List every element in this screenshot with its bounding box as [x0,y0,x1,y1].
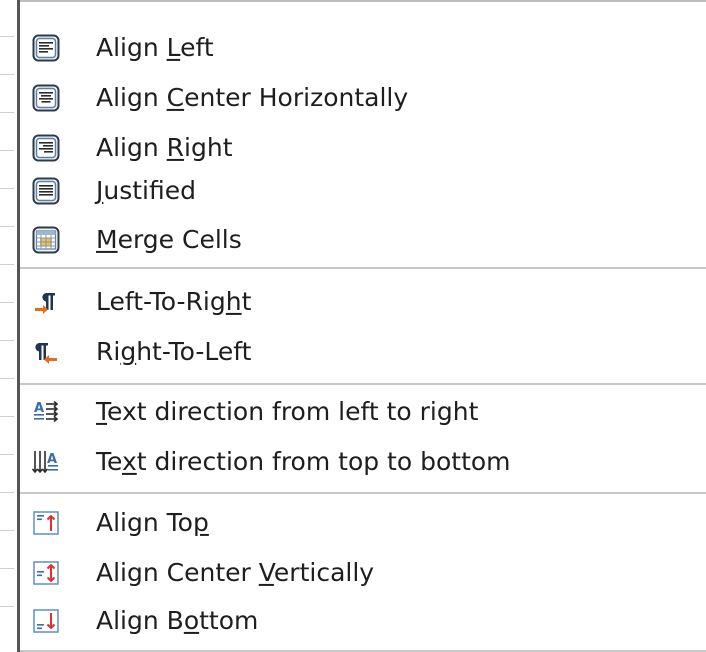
context-menu: Align Left Align Center Horizontally Ali… [20,0,706,652]
menu-item-label: Align Bottom [96,605,259,635]
menu-item-align-center-horizontally[interactable]: Align Center Horizontally [20,73,706,123]
row-divider [0,606,14,607]
row-divider [0,150,14,151]
align-center-vertically-icon [33,561,59,585]
menu-separator [20,383,706,385]
row-divider [0,74,14,75]
row-divider [0,416,14,417]
left-to-right-icon [35,293,55,314]
menu-item-label: Align Center Horizontally [96,82,409,112]
align-right-icon [32,134,60,162]
menu-item-label: Align Right [96,132,233,162]
svg-text:A: A [47,452,57,467]
row-divider [0,112,14,113]
menu-item-label: Justified [96,175,196,205]
row-divider [0,530,14,531]
row-divider [0,188,14,189]
svg-text:A: A [34,401,44,416]
row-divider [0,454,14,455]
row-divider [0,340,14,341]
row-divider [0,302,14,303]
menu-item-left-to-right[interactable]: Left-To-Right [20,277,706,327]
menu-item-text-direction-top-to-bottom[interactable]: A Text direction from top to bottom [20,437,706,487]
row-divider [0,36,14,37]
row-divider [0,492,14,493]
menu-separator [20,267,706,269]
menu-item-align-top[interactable]: Align Top [20,498,706,548]
align-center-horizontally-icon [32,84,60,112]
row-divider [0,378,14,379]
menu-separator [20,492,706,494]
menu-item-label: Left-To-Right [96,286,252,316]
menu-item-label: Align Left [96,32,214,62]
menu-item-align-center-vertically[interactable]: Align Center Vertically [20,548,706,598]
text-direction-top-to-bottom-icon: A [32,451,58,474]
merge-cells-icon [32,226,60,254]
row-divider [0,568,14,569]
align-bottom-icon [33,609,59,633]
right-to-left-icon [35,343,57,364]
menu-item-label: Merge Cells [96,224,242,254]
align-top-icon [33,511,59,535]
menu-item-justified[interactable]: Justified [20,166,706,216]
menu-item-label: Align Center Vertically [96,557,375,587]
menu-item-right-to-left[interactable]: Right-To-Left [20,327,706,377]
text-direction-left-to-right-icon: A [34,400,59,423]
menu-item-merge-cells[interactable]: Merge Cells [20,215,706,265]
justified-icon [32,177,60,205]
menu-item-label: Text direction from top to bottom [96,446,511,476]
row-divider [0,226,14,227]
menu-item-text-direction-left-to-right[interactable]: A Text direction from left to right [20,387,706,437]
menu-item-align-bottom[interactable]: Align Bottom [20,596,706,646]
menu-item-align-left[interactable]: Align Left [20,23,706,73]
menu-item-label: Text direction from left to right [96,396,479,426]
spreadsheet-edge [0,0,20,652]
row-divider [0,264,14,265]
menu-item-label: Right-To-Left [96,336,252,366]
align-left-icon [32,34,60,62]
menu-item-label: Align Top [96,507,209,537]
